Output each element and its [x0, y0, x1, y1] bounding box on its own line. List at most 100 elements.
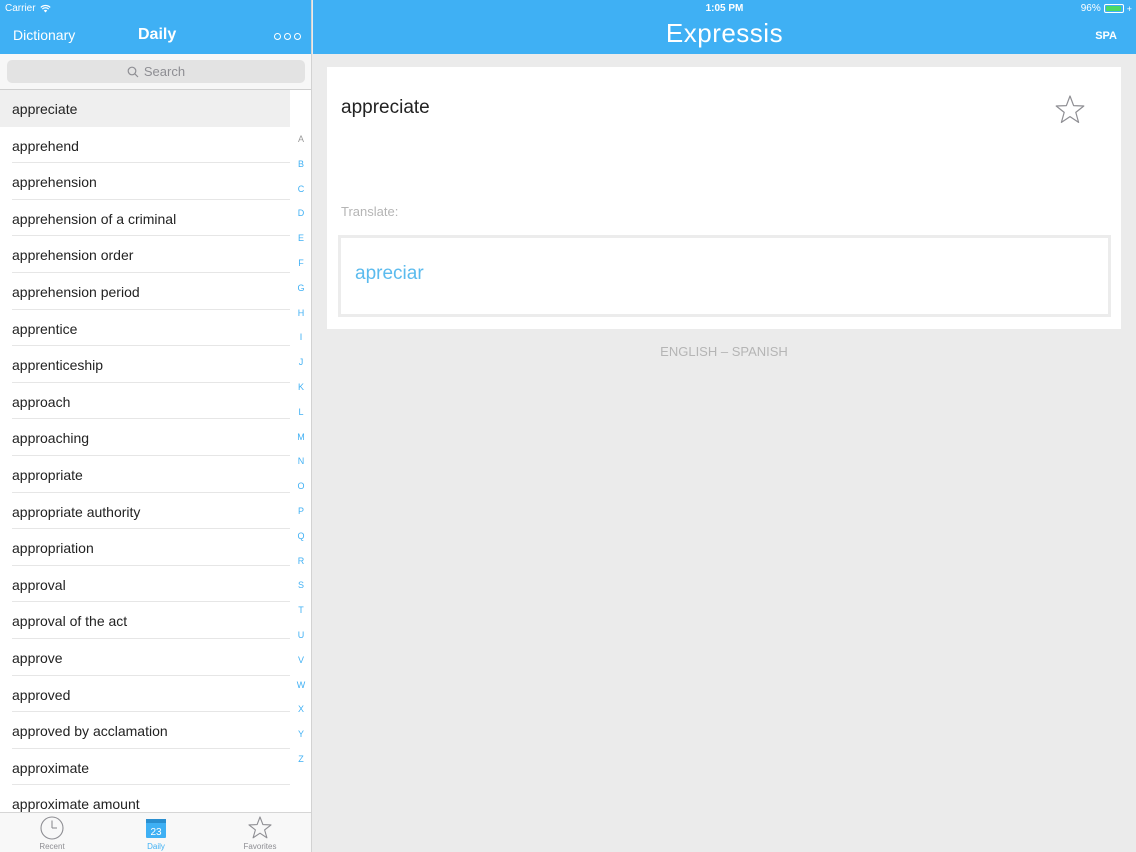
index-letter[interactable]: Z [292, 754, 310, 779]
index-letter[interactable]: Q [292, 531, 310, 556]
word-list: appreciate apprehend apprehension apprehens… [0, 90, 290, 822]
battery-status: 96% + [1081, 3, 1132, 14]
list-item-label: appreciate [12, 101, 78, 117]
list-item-label: appropriation [12, 540, 94, 557]
list-item[interactable]: approval [0, 566, 290, 603]
index-letter[interactable]: Y [292, 729, 310, 754]
left-header: Carrier Dictionary Daily [0, 0, 311, 54]
translate-label: Translate: [341, 204, 399, 219]
entry-card: appreciate Translate: apreciar [327, 67, 1121, 329]
index-letter[interactable]: B [292, 159, 310, 184]
list-item-label: approved by acclamation [12, 723, 168, 740]
list-item-label: apprenticeship [12, 357, 104, 374]
list-item[interactable]: apprehension [0, 163, 290, 200]
battery-icon [1103, 4, 1124, 13]
list-item[interactable]: appreciate [0, 90, 290, 127]
list-item-label: apprehension of a criminal [12, 210, 177, 227]
index-letter[interactable]: P [292, 506, 310, 531]
more-dot-icon [284, 32, 291, 40]
list-item[interactable]: approved by acclamation [0, 712, 290, 749]
list-item-label: apprehension order [12, 247, 134, 264]
translation-box: apreciar [338, 235, 1111, 317]
more-options-button[interactable] [274, 30, 302, 42]
tab-recent[interactable]: Recent [22, 815, 82, 851]
list-item-label: approximate [12, 759, 90, 776]
list-item[interactable]: approaching [0, 419, 290, 456]
entry-word: appreciate [341, 97, 430, 118]
list-item-label: approval of the act [12, 613, 128, 630]
list-item-label: approved [12, 686, 71, 703]
status-time: 1:05 PM [705, 3, 744, 14]
favorite-star-icon[interactable] [1053, 93, 1087, 127]
alphabet-index: ABCDEFGHIJKLMNOPQRSTUVWXYZ [292, 134, 310, 779]
tab-favorites[interactable]: Favorites [230, 815, 290, 851]
list-item[interactable]: apprenticeship [0, 346, 290, 383]
more-dot-icon [294, 32, 301, 40]
index-letter[interactable]: K [292, 382, 310, 407]
index-letter[interactable]: F [292, 258, 310, 283]
language-button[interactable]: SPA [1095, 30, 1117, 42]
list-item-label: approach [12, 393, 71, 410]
sidebar: Carrier Dictionary Daily Search apprecia… [0, 0, 312, 852]
index-letter[interactable]: S [292, 580, 310, 605]
list-item-label: appropriate [12, 466, 83, 483]
index-letter[interactable]: N [292, 456, 310, 481]
list-item[interactable]: appropriate [0, 456, 290, 493]
calendar-icon: 23 [146, 819, 166, 838]
list-item[interactable]: appropriate authority [0, 493, 290, 530]
list-item-label: apprehension period [12, 283, 140, 300]
index-letter[interactable]: H [292, 308, 310, 333]
index-letter[interactable]: C [292, 184, 310, 209]
dictionary-tab[interactable]: Dictionary [13, 27, 75, 43]
list-item[interactable]: approach [0, 383, 290, 420]
search-icon [127, 66, 139, 77]
index-letter[interactable]: A [292, 134, 310, 159]
search-placeholder: Search [143, 64, 186, 79]
list-item[interactable]: approved [0, 676, 290, 713]
list-item[interactable]: appropriation [0, 529, 290, 566]
star-icon [248, 816, 272, 839]
index-letter[interactable]: W [292, 680, 310, 705]
index-letter[interactable]: U [292, 630, 310, 655]
app-title: Expressis [665, 18, 784, 48]
list-item[interactable]: apprentice [0, 310, 290, 347]
list-item-label: approaching [12, 430, 90, 447]
index-letter[interactable]: L [292, 407, 310, 432]
index-letter[interactable]: G [292, 283, 310, 308]
list-item[interactable]: approximate [0, 749, 290, 786]
index-letter[interactable]: I [292, 332, 310, 357]
list-item[interactable]: apprehend [0, 127, 290, 164]
list-item[interactable]: apprehension of a criminal [0, 200, 290, 237]
daily-tab[interactable]: Daily [138, 26, 176, 44]
list-item-label: apprehension [12, 174, 97, 191]
tab-favorites-label: Favorites [243, 842, 277, 851]
tab-daily[interactable]: 23 Daily [126, 815, 186, 851]
list-item-label: apprehend [12, 137, 79, 154]
svg-text:23: 23 [150, 827, 162, 838]
index-letter[interactable]: J [292, 357, 310, 382]
index-letter[interactable]: M [292, 432, 310, 457]
list-item[interactable]: apprehension order [0, 236, 290, 273]
index-letter[interactable]: V [292, 655, 310, 680]
search-bar: Search [0, 54, 311, 90]
index-letter[interactable]: O [292, 481, 310, 506]
index-letter[interactable]: T [292, 605, 310, 630]
index-letter[interactable]: E [292, 233, 310, 258]
list-item-label: approximate amount [12, 796, 140, 813]
list-item[interactable]: apprehension period [0, 273, 290, 310]
list-item[interactable]: approval of the act [0, 602, 290, 639]
clock-icon [40, 816, 64, 840]
search-input[interactable]: Search [7, 60, 305, 83]
index-letter[interactable]: D [292, 208, 310, 233]
translation-text: apreciar [355, 263, 424, 284]
language-pair-label: ENGLISH – SPANISH [660, 344, 788, 359]
battery-percent: 96% [1080, 3, 1101, 14]
tab-bar: Recent 23 Daily Favorites [0, 812, 311, 852]
list-item[interactable]: approve [0, 639, 290, 676]
carrier-label: Carrier [5, 3, 36, 14]
index-letter[interactable]: R [292, 556, 310, 581]
more-dot-icon [274, 32, 281, 40]
list-item-label: apprentice [12, 320, 78, 337]
index-letter[interactable]: X [292, 704, 310, 729]
detail-header: 1:05 PM 96% + Expressis SPA [313, 0, 1136, 54]
